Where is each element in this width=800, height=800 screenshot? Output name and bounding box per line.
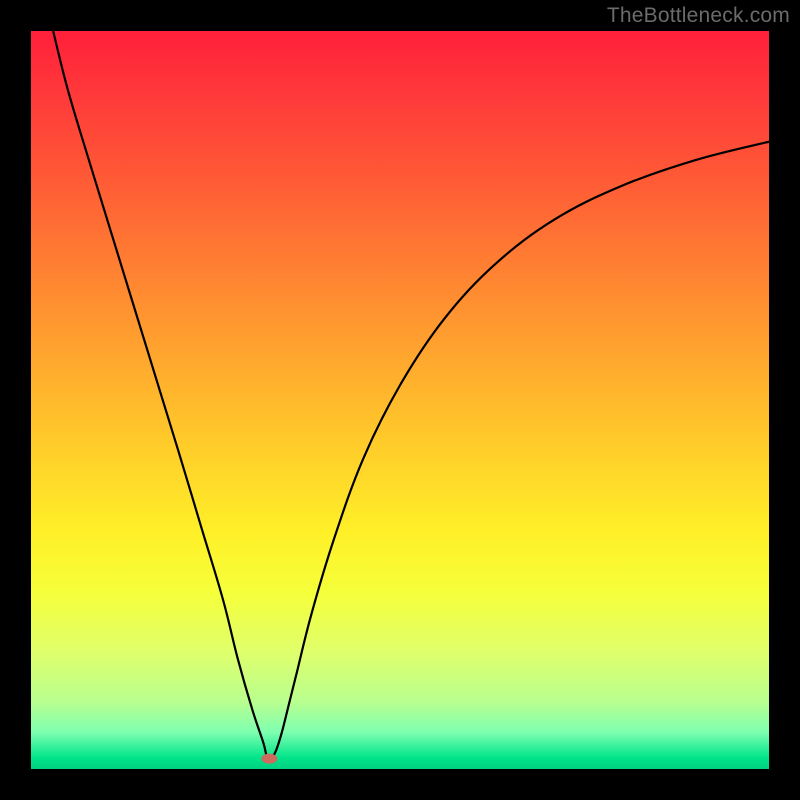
watermark-text: TheBottleneck.com (607, 4, 790, 28)
curve-line (53, 31, 769, 760)
bottleneck-curve (31, 31, 769, 769)
chart-frame: TheBottleneck.com (0, 0, 800, 800)
plot-area (31, 31, 769, 769)
minimum-marker (261, 754, 277, 764)
